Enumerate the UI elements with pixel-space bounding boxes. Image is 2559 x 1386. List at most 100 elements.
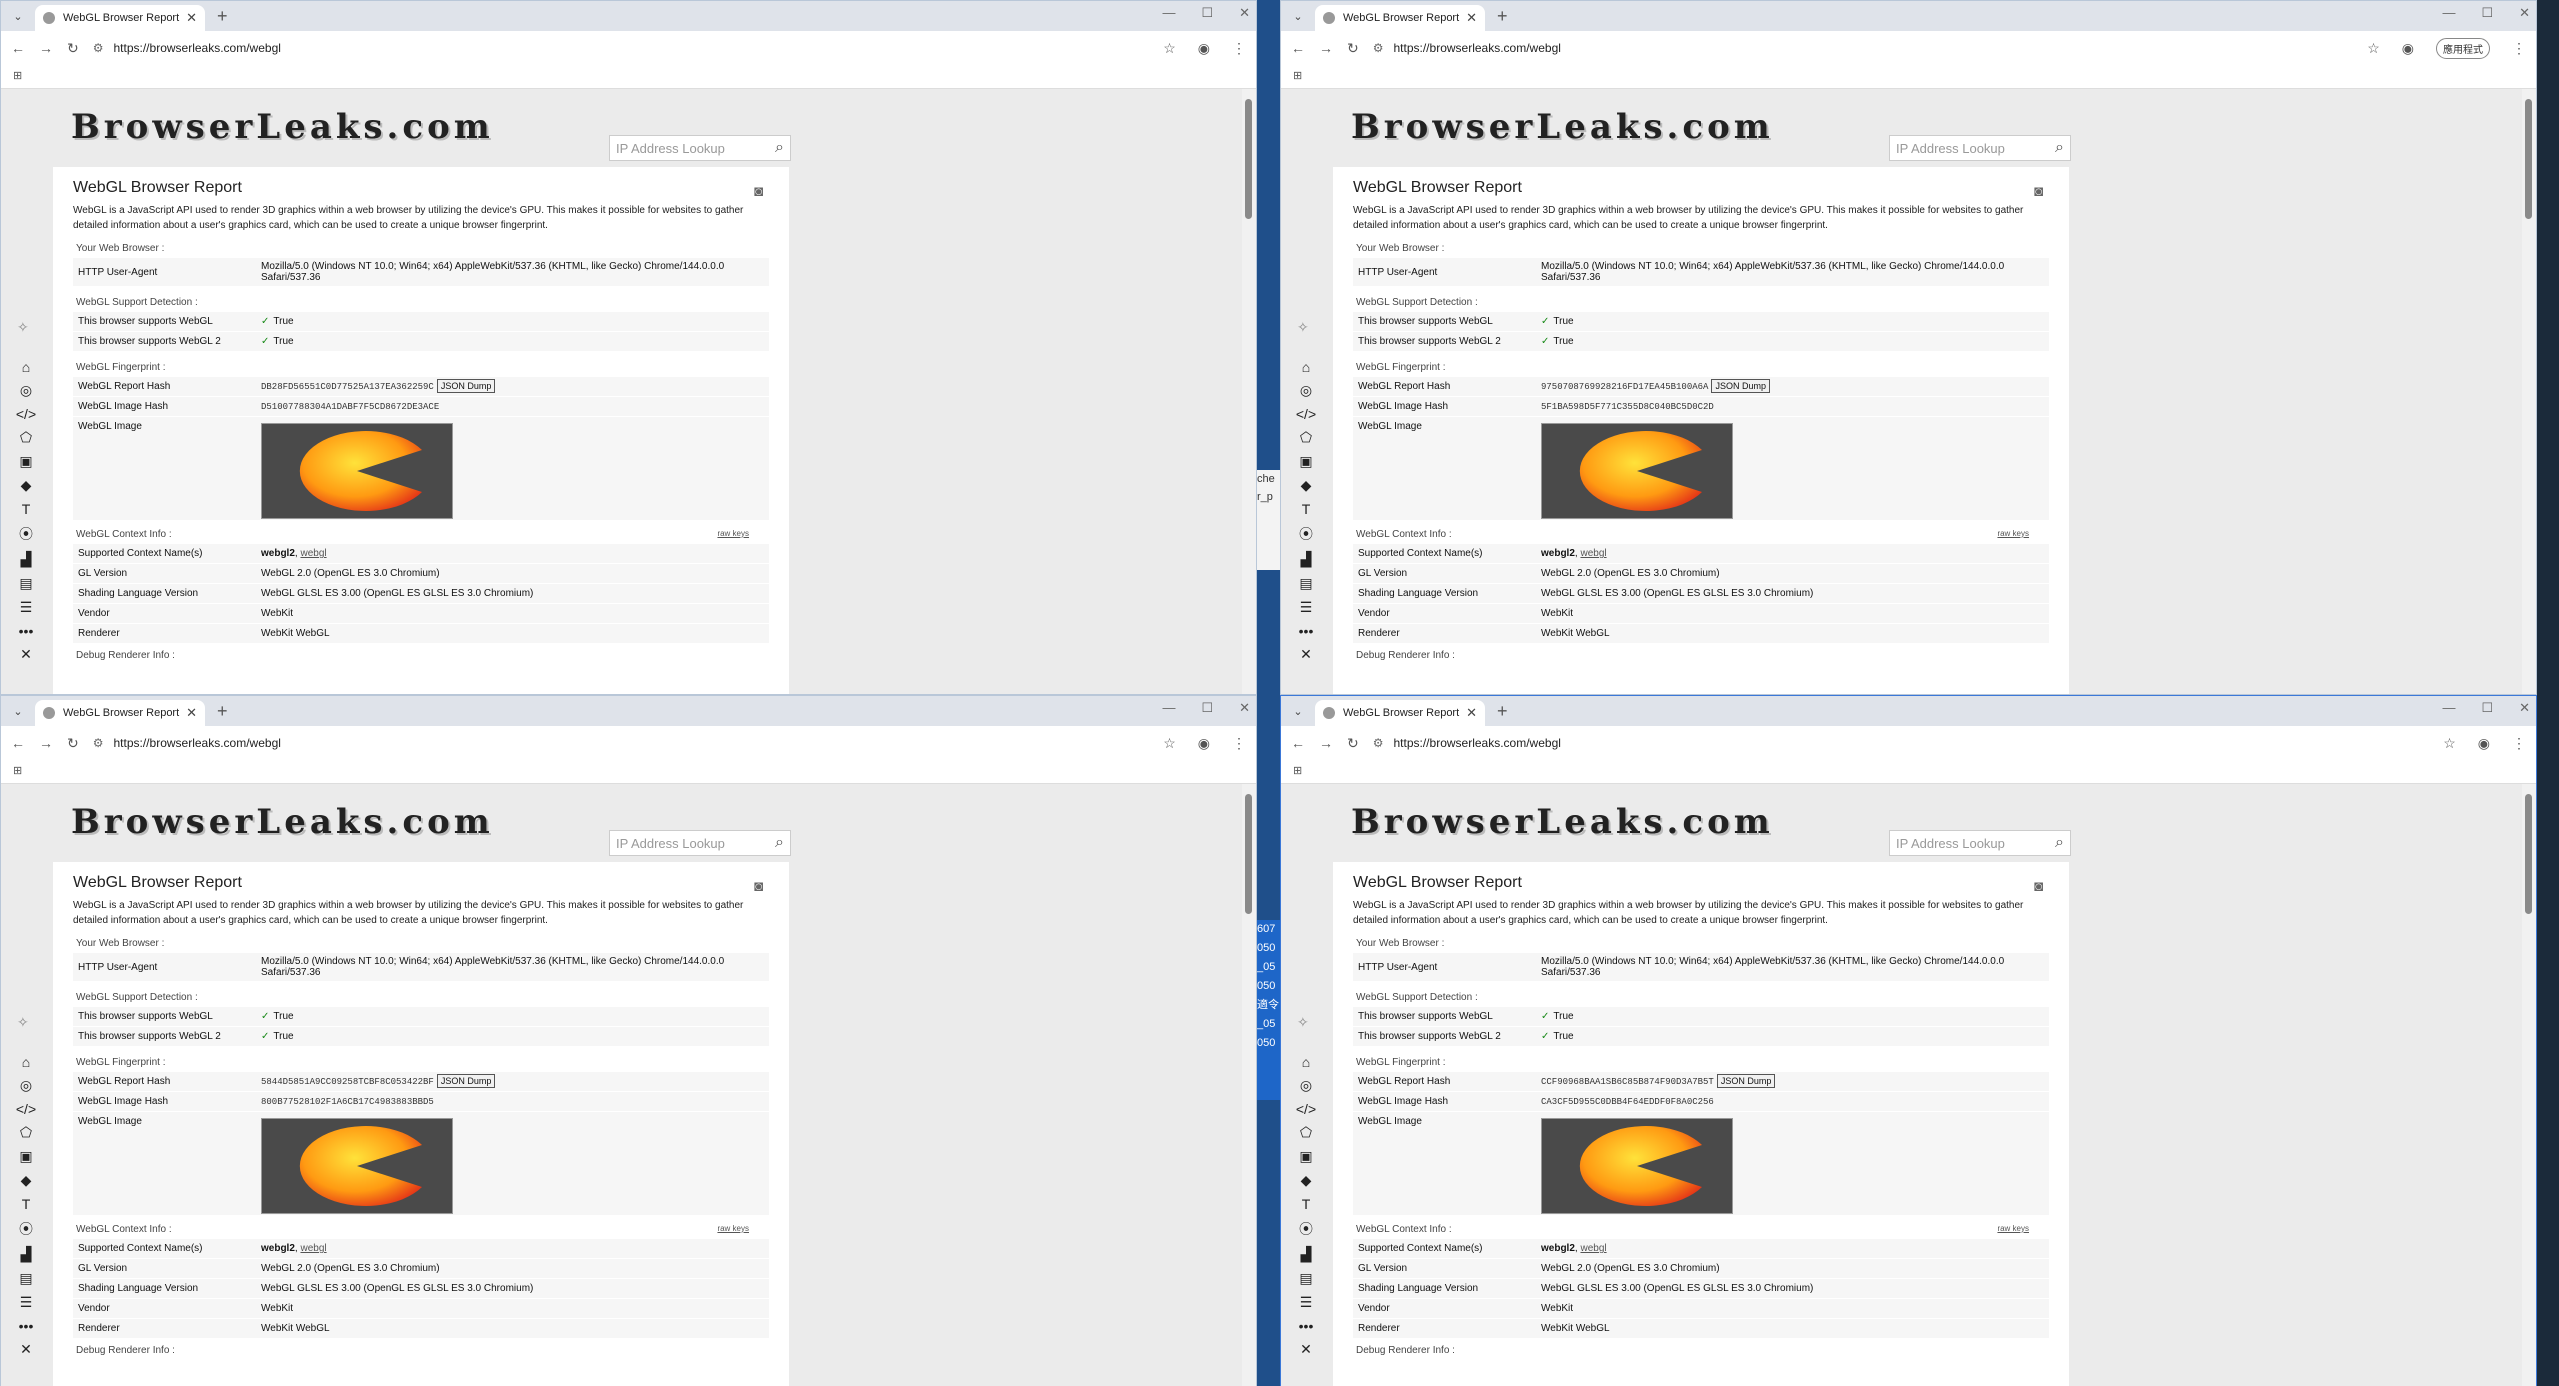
maximize-button[interactable]: ☐: [1201, 700, 1213, 716]
tools-icon[interactable]: ✕: [20, 1341, 32, 1358]
menu-icon[interactable]: ⋮: [2512, 735, 2526, 752]
close-window-button[interactable]: ✕: [1239, 700, 1250, 716]
address-url[interactable]: https://browserleaks.com/webgl: [1394, 41, 1561, 55]
more-icon[interactable]: •••: [19, 1318, 34, 1334]
profile-chip[interactable]: 應用程式: [2436, 37, 2490, 59]
minimize-button[interactable]: —: [1162, 700, 1175, 716]
site-logo[interactable]: BrowserLeaks.com: [71, 802, 494, 842]
browser-tab[interactable]: WebGL Browser Report - We ✕: [35, 5, 205, 31]
close-tab-icon[interactable]: ✕: [1466, 705, 1477, 721]
new-tab-button[interactable]: +: [217, 701, 228, 722]
site-info-icon[interactable]: ⚙: [93, 41, 104, 55]
search-icon[interactable]: ⌕: [775, 834, 784, 852]
maximize-button[interactable]: ☐: [1201, 5, 1213, 21]
camera-icon[interactable]: ◙: [2034, 878, 2043, 895]
camera-icon[interactable]: ◙: [2034, 183, 2043, 200]
home-icon[interactable]: ⌂: [22, 1054, 30, 1070]
ctx-secondary[interactable]: webgl: [1580, 1243, 1606, 1254]
search-icon[interactable]: ⌕: [2055, 834, 2064, 852]
browser-tab[interactable]: WebGL Browser Report - We ✕: [35, 700, 205, 726]
address-bar[interactable]: ⚙ https://browserleaks.com/webgl: [1372, 730, 2430, 756]
cube-icon[interactable]: ◆: [1301, 477, 1312, 494]
ip-icon[interactable]: ◎: [20, 1077, 32, 1094]
font-icon[interactable]: T: [22, 501, 31, 517]
code-icon[interactable]: </>: [1296, 406, 1316, 422]
image-icon[interactable]: ▣: [1299, 453, 1312, 470]
ip-icon[interactable]: ◎: [20, 382, 32, 399]
search-icon[interactable]: ⌕: [2055, 139, 2064, 157]
ip-lookup-input[interactable]: IP Address Lookup ⌕: [609, 830, 791, 856]
close-window-button[interactable]: ✕: [2519, 700, 2530, 716]
ip-lookup-input[interactable]: IP Address Lookup ⌕: [1889, 135, 2071, 161]
cube-icon[interactable]: ◆: [21, 477, 32, 494]
lock-icon[interactable]: ▤: [19, 575, 32, 592]
tools-icon[interactable]: ✕: [1300, 1341, 1312, 1358]
back-button[interactable]: ←: [1291, 735, 1305, 751]
scrollbar-thumb[interactable]: [2525, 794, 2532, 914]
shield-icon[interactable]: ⬠: [20, 1124, 32, 1141]
tab-search-button[interactable]: ⌄: [7, 5, 29, 27]
profile-icon[interactable]: ◉: [2402, 40, 2414, 57]
site-info-icon[interactable]: ⚙: [1373, 736, 1384, 750]
site-logo[interactable]: BrowserLeaks.com: [1351, 802, 1774, 842]
reload-button[interactable]: ↻: [1347, 735, 1359, 752]
apps-grid-icon[interactable]: ⊞: [13, 765, 22, 777]
forward-button[interactable]: →: [39, 735, 53, 751]
scrollbar-thumb[interactable]: [2525, 99, 2532, 219]
cube-icon[interactable]: ◆: [1301, 1172, 1312, 1189]
signal-icon[interactable]: ▟: [1301, 551, 1312, 568]
page-scrollbar[interactable]: [2522, 89, 2536, 694]
address-url[interactable]: https://browserleaks.com/webgl: [114, 736, 281, 750]
forward-button[interactable]: →: [1319, 40, 1333, 56]
ctx-secondary[interactable]: webgl: [300, 548, 326, 559]
site-info-icon[interactable]: ⚙: [1373, 41, 1384, 55]
image-icon[interactable]: ▣: [1299, 1148, 1312, 1165]
apps-grid-icon[interactable]: ⊞: [1293, 765, 1302, 777]
home-icon[interactable]: ⌂: [22, 359, 30, 375]
minimize-button[interactable]: —: [2442, 5, 2455, 21]
shield-icon[interactable]: ⬠: [1300, 429, 1312, 446]
profile-icon[interactable]: ◉: [1198, 735, 1210, 752]
home-icon[interactable]: ⌂: [1302, 1054, 1310, 1070]
address-bar[interactable]: ⚙ https://browserleaks.com/webgl: [92, 35, 1150, 61]
reload-button[interactable]: ↻: [1347, 40, 1359, 57]
close-window-button[interactable]: ✕: [1239, 5, 1250, 21]
camera-icon[interactable]: ◙: [754, 183, 763, 200]
location-icon[interactable]: ⦿: [19, 1219, 33, 1239]
json-dump-button[interactable]: JSON Dump: [1716, 1074, 1776, 1088]
server-icon[interactable]: ☰: [20, 1294, 33, 1311]
close-tab-icon[interactable]: ✕: [1466, 10, 1477, 26]
code-icon[interactable]: </>: [1296, 1101, 1316, 1117]
font-icon[interactable]: T: [1302, 1196, 1311, 1212]
bookmark-star-icon[interactable]: ☆: [2367, 40, 2380, 57]
signal-icon[interactable]: ▟: [21, 551, 32, 568]
ip-icon[interactable]: ◎: [1300, 1077, 1312, 1094]
location-icon[interactable]: ⦿: [19, 524, 33, 544]
tab-search-button[interactable]: ⌄: [1287, 5, 1309, 27]
image-icon[interactable]: ▣: [19, 1148, 32, 1165]
server-icon[interactable]: ☰: [20, 599, 33, 616]
ip-lookup-input[interactable]: IP Address Lookup ⌕: [609, 135, 791, 161]
new-tab-button[interactable]: +: [1497, 6, 1508, 27]
site-logo[interactable]: BrowserLeaks.com: [71, 107, 494, 147]
back-button[interactable]: ←: [11, 40, 25, 56]
bookmark-star-icon[interactable]: ☆: [1163, 735, 1176, 752]
forward-button[interactable]: →: [39, 40, 53, 56]
more-icon[interactable]: •••: [1299, 623, 1314, 639]
ip-icon[interactable]: ◎: [1300, 382, 1312, 399]
more-icon[interactable]: •••: [19, 623, 34, 639]
browser-tab[interactable]: WebGL Browser Report - We ✕: [1315, 700, 1485, 726]
reload-button[interactable]: ↻: [67, 40, 79, 57]
minimize-button[interactable]: —: [2442, 700, 2455, 716]
lock-icon[interactable]: ▤: [1299, 1270, 1312, 1287]
search-icon[interactable]: ⌕: [775, 139, 784, 157]
back-button[interactable]: ←: [11, 735, 25, 751]
location-icon[interactable]: ⦿: [1299, 1219, 1313, 1239]
ctx-secondary[interactable]: webgl: [1580, 548, 1606, 559]
site-logo[interactable]: BrowserLeaks.com: [1351, 107, 1774, 147]
profile-icon[interactable]: ◉: [1198, 40, 1210, 57]
raw-keys-link[interactable]: raw keys: [1997, 529, 2029, 538]
signal-icon[interactable]: ▟: [1301, 1246, 1312, 1263]
forward-button[interactable]: →: [1319, 735, 1333, 751]
pin-icon[interactable]: ✧: [1297, 319, 1309, 336]
